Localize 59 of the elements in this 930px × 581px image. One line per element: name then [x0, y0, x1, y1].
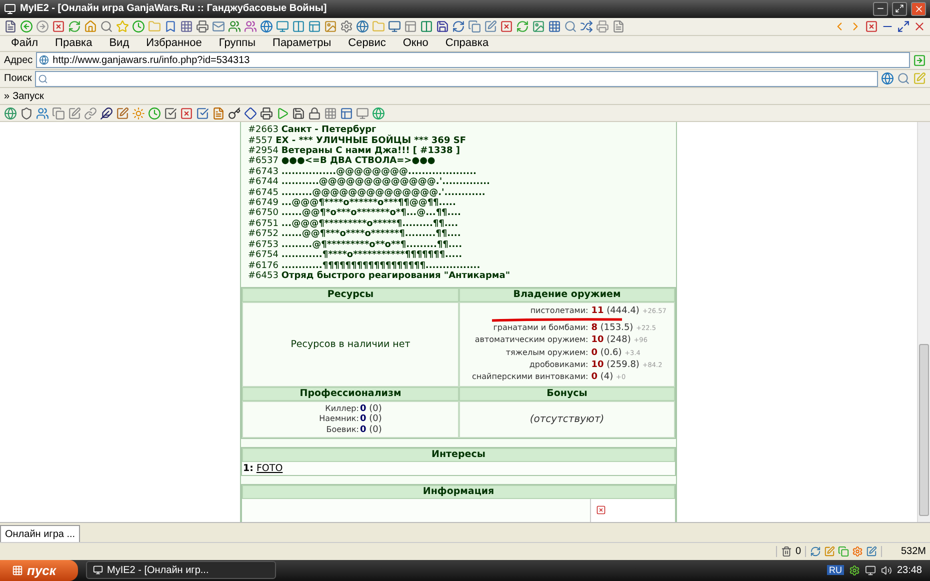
clock: 23:48: [896, 564, 922, 576]
guild-entry: #6743 ................@@@@@@@@....................: [247, 166, 478, 177]
start-button[interactable]: пуск: [0, 560, 78, 581]
skill-label: дробовиками:: [528, 358, 588, 371]
profession-label: Киллер:: [324, 404, 359, 414]
menu-item[interactable]: Избранное: [139, 37, 209, 50]
guild-entry: #6753 .........@¶*********o**o**¶.........¶¶....: [247, 240, 464, 250]
menu-item[interactable]: Параметры: [266, 37, 338, 50]
guild-entry: #557 EX - *** УЛИЧНЫЕ БОЙЦЫ *** 369 SF: [247, 136, 467, 146]
page-tab[interactable]: Онлайн игра ...: [0, 525, 80, 542]
trash-count: 0: [795, 546, 801, 558]
guild-entry: #6752 ......@@¶***o****o******¶.........¶¶....: [247, 229, 462, 240]
menu-item[interactable]: Правка: [48, 37, 100, 50]
guild-entry: #2954 Ветераны С нами Джа!!! [ #1338 ]: [247, 146, 462, 156]
interest-number: 1:: [243, 463, 254, 474]
profession-value: 0 (0): [360, 414, 382, 425]
links-label: Запуск: [12, 90, 44, 102]
menu-item[interactable]: Вид: [102, 37, 136, 50]
profession-value: 0 (0): [360, 404, 382, 414]
skill-label: гранатами и бомбами:: [492, 322, 588, 334]
guild-entry: #6745 .........@@@@@@@@@@@@@@.'............: [247, 188, 486, 198]
profession-label: Боевик:: [325, 424, 359, 436]
guild-entry: #6744 ...........@@@@@@@@@@@@@.'..............: [247, 177, 491, 188]
guild-entry: #6754 ............¶****o***********¶¶¶¶¶¶¶.....: [247, 250, 464, 260]
resources-text: Ресурсов в наличии нет: [290, 339, 410, 350]
search-label: Поиск: [4, 73, 32, 84]
profession-label: Наемник:: [319, 414, 359, 425]
menu-item[interactable]: Окно: [396, 37, 436, 50]
skill-label: пистолетами:: [529, 305, 588, 318]
guild-entry: #6749 ...@@@¶****o******o***¶¶@@¶¶.....: [247, 198, 456, 208]
table-header: Профессионализм: [242, 386, 459, 401]
menu-item[interactable]: Сервис: [341, 37, 393, 50]
guild-entry: #6453 Отряд быстрого реагирования "Антикарма": [247, 270, 512, 282]
memory-usage: 532M: [900, 546, 926, 558]
table-header: Ресурсы: [242, 288, 459, 302]
interest-link[interactable]: FOTO: [256, 463, 283, 474]
guild-entry: #6176 ............¶¶¶¶¶¶¶¶¶¶¶¶¶¶¶¶¶¶................: [247, 260, 482, 270]
window-title: MyIE2 - [Онлайн игра GanjaWars.Ru :: Ганджубасовые Войны]: [20, 3, 327, 14]
language-indicator[interactable]: RU: [826, 565, 844, 576]
chevron-button[interactable]: »: [4, 90, 10, 102]
table-header: Бонусы: [459, 386, 675, 401]
guild-entry: #6537 ●●●<=В ДВА СТВОЛА=>●●●: [247, 156, 436, 167]
skill-label: автоматическим оружием:: [474, 334, 588, 346]
profession-value: 0 (0): [360, 424, 382, 436]
guild-entry: #6750 ......@@¶*o***o*******o*¶...@...¶¶....: [247, 208, 462, 219]
menu-item[interactable]: Справка: [438, 37, 496, 50]
table-header: Информация: [242, 485, 675, 500]
table-header: Владение оружием: [459, 288, 675, 302]
skill-label: снайперскими винтовками:: [472, 371, 588, 384]
taskbar-button[interactable]: MyIE2 - [Онлайн игр...: [86, 561, 276, 580]
menu-item[interactable]: Файл: [4, 37, 46, 50]
bonuses-text: (отсутствуют): [530, 414, 604, 425]
menu-item[interactable]: Группы: [212, 37, 263, 50]
address-label: Адрес: [4, 54, 33, 66]
table-header: Интересы: [242, 448, 675, 462]
address-field[interactable]: http://www.ganjawars.ru/info.php?id=534313: [36, 52, 910, 68]
skill-label: тяжелым оружием:: [504, 346, 588, 359]
guild-entry: #6751 ...@@@¶*********o*****¶.........¶¶....: [247, 218, 460, 229]
guild-entry: #2663 Санкт - Петербург: [247, 125, 376, 136]
